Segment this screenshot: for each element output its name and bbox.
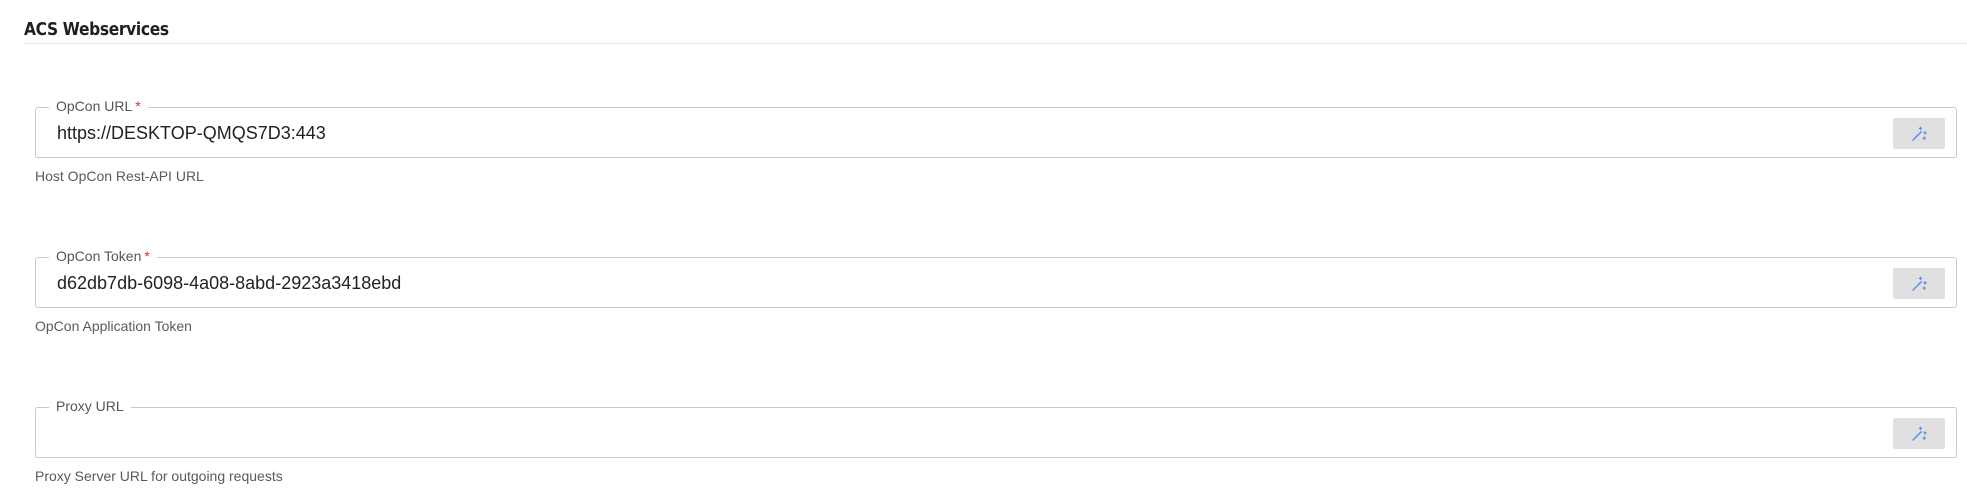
opcon-url-hint: Host OpCon Rest-API URL [35,168,204,184]
proxy-url-box [35,407,1957,458]
opcon-url-label: OpCon URL * [49,98,148,114]
proxy-url-label-text: Proxy URL [56,398,124,414]
proxy-url-generate-button[interactable] [1893,418,1945,449]
section-title: ACS Webservices [24,19,169,40]
proxy-url-label: Proxy URL [49,398,131,414]
opcon-token-box [35,257,1957,308]
opcon-token-hint: OpCon Application Token [35,318,192,334]
required-marker: * [135,98,141,114]
opcon-url-input[interactable] [57,121,1866,145]
magic-wand-icon [1912,276,1927,291]
opcon-url-generate-button[interactable] [1893,118,1945,149]
magic-wand-icon [1912,426,1927,441]
opcon-token-label: OpCon Token * [49,248,157,264]
opcon-url-box [35,107,1957,158]
opcon-token-label-text: OpCon Token [56,248,142,264]
opcon-token-generate-button[interactable] [1893,268,1945,299]
opcon-token-input[interactable] [57,271,1866,295]
opcon-url-label-text: OpCon URL [56,98,133,114]
proxy-url-hint: Proxy Server URL for outgoing requests [35,468,283,484]
required-marker: * [144,248,150,264]
proxy-url-input[interactable] [57,421,1866,445]
magic-wand-icon [1912,126,1927,141]
section-header: ACS Webservices [24,0,1967,44]
